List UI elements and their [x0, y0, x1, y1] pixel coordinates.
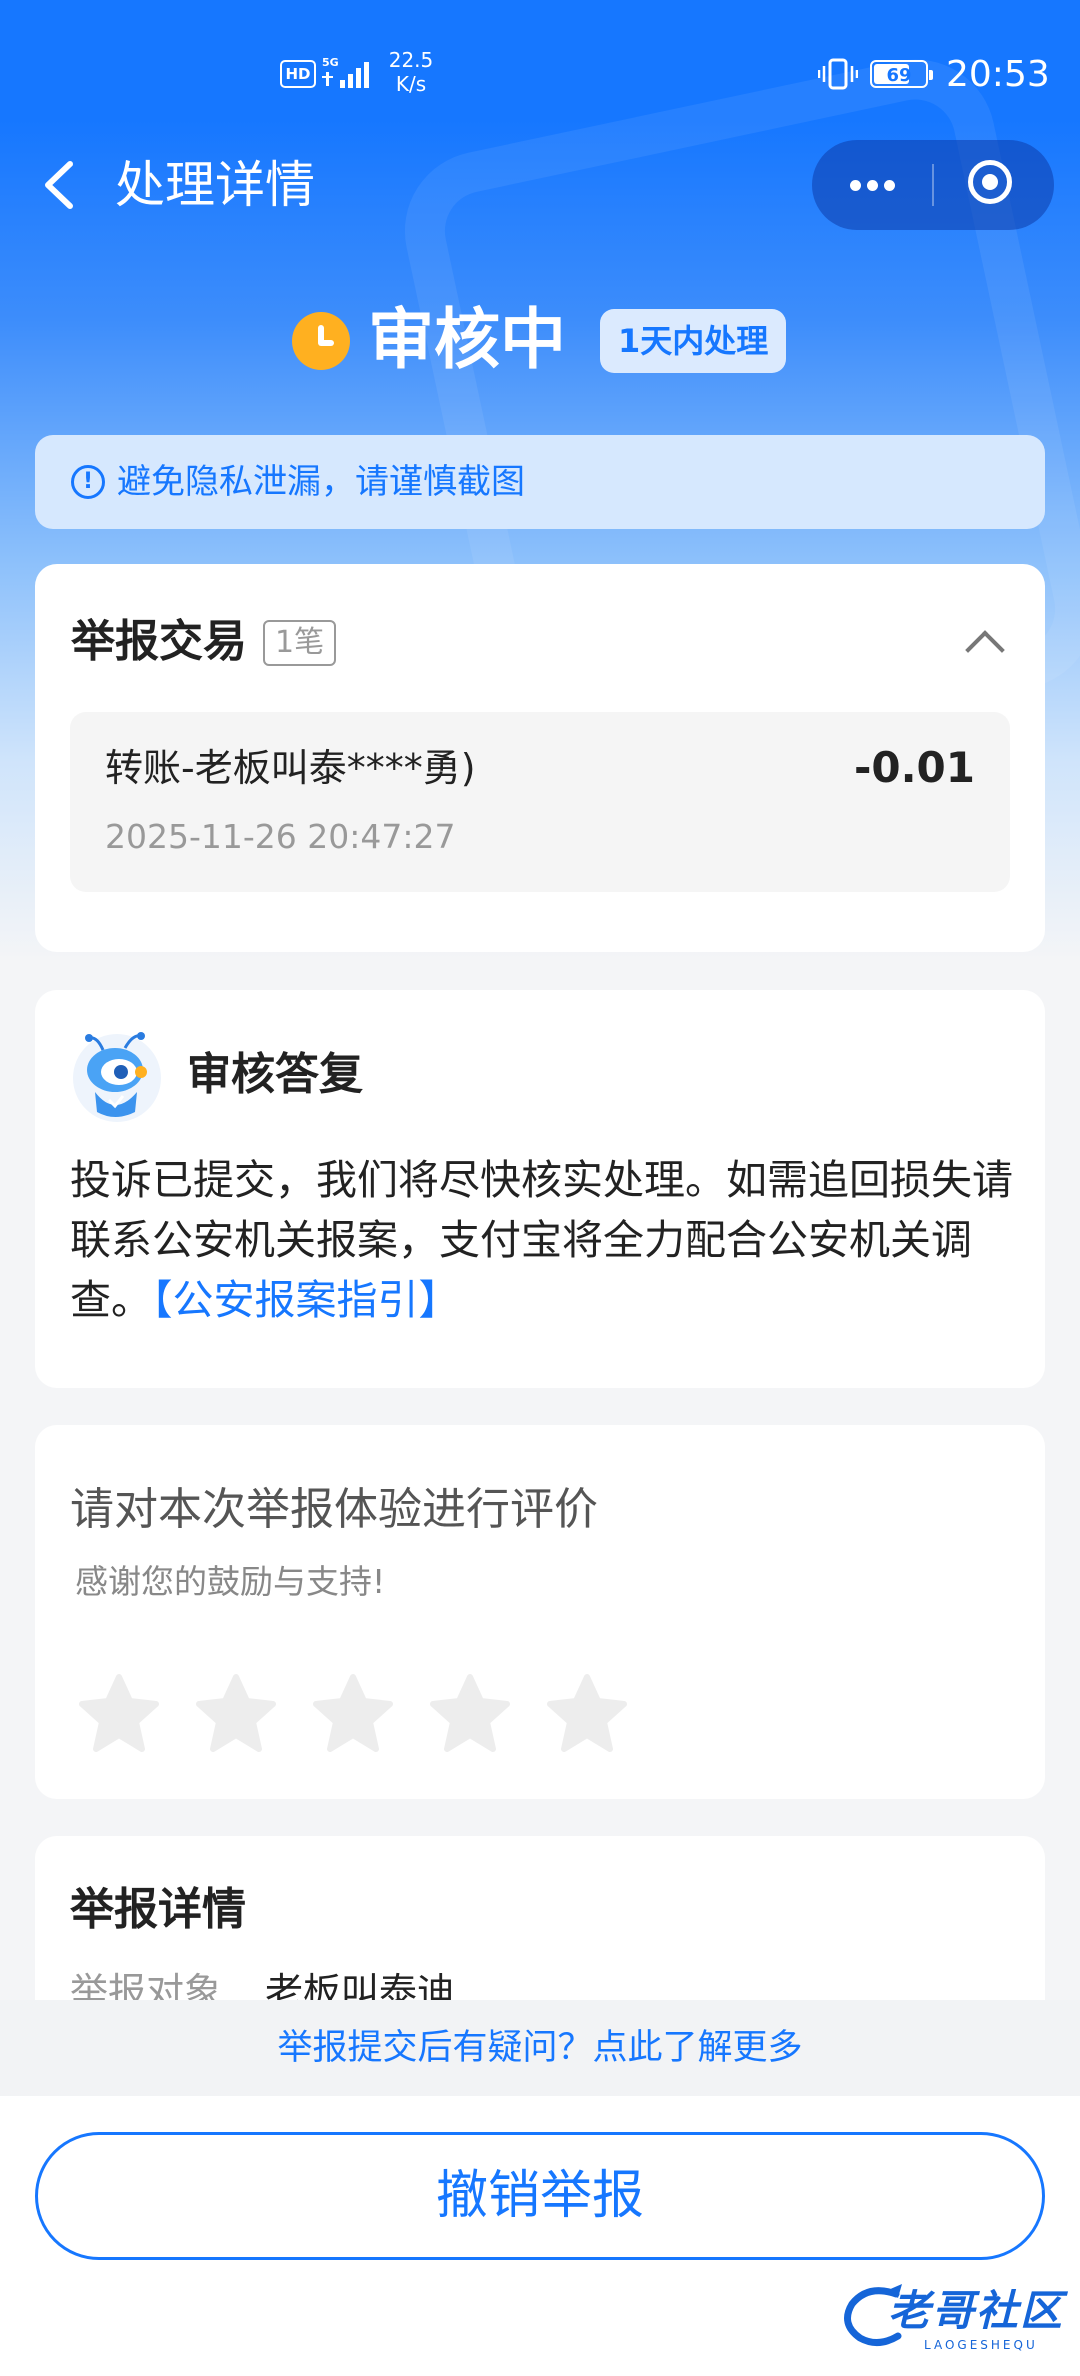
rating-card: 请对本次举报体验进行评价 感谢您的鼓励与支持!: [35, 1425, 1045, 1799]
network-type: 5G: [322, 56, 339, 69]
transaction-name: 转账-老板叫泰****勇): [105, 746, 476, 790]
info-icon: !: [71, 465, 105, 499]
back-arrow-icon[interactable]: [30, 150, 86, 220]
status-text: 审核中: [368, 301, 566, 378]
vibrate-icon: [818, 58, 858, 90]
watermark-text: 老哥社区: [888, 2286, 1065, 2335]
miniapp-capsule: [812, 140, 1054, 230]
rating-title: 请对本次举报体验进行评价: [70, 1484, 598, 1535]
bottom-action-bar: 撤销举报 老哥社区 LAOGESHEQU: [0, 2096, 1080, 2376]
signal-icon: 5G: [322, 56, 369, 88]
review-status: 审核中 1天内处理: [0, 295, 1080, 385]
star-icon[interactable]: [309, 1671, 397, 1759]
police-report-guide-link[interactable]: 【公安报案指引】: [152, 1276, 460, 1324]
reported-transaction-card: 举报交易 1笔 转账-老板叫泰****勇) -0.01 2025-11-26 2…: [35, 564, 1045, 952]
transaction-item[interactable]: 转账-老板叫泰****勇) -0.01 2025-11-26 20:47:27: [70, 712, 1010, 892]
battery-icon: 69: [870, 60, 933, 88]
assistant-avatar: [73, 1032, 161, 1122]
privacy-notice: ! 避免隐私泄漏，请谨慎截图: [35, 435, 1045, 529]
more-options-icon[interactable]: [812, 140, 932, 230]
page-title: 处理详情: [115, 156, 315, 214]
status-bar: HD 5G 22.5 K/s 69 20:53: [0, 40, 1080, 110]
reply-title: 审核答复: [187, 1049, 363, 1100]
chevron-up-icon[interactable]: [965, 630, 1005, 670]
network-speed-unit: K/s: [395, 72, 427, 96]
rating-subtitle: 感谢您的鼓励与支持!: [75, 1562, 386, 1601]
reply-body: 投诉已提交，我们将尽快核实处理。如需追回损失请联系公安机关报案，支付宝将全力配合…: [70, 1150, 1015, 1330]
network-speed-value: 22.5: [388, 48, 434, 72]
transaction-amount: -0.01: [853, 743, 975, 792]
report-details-title: 举报详情: [70, 1884, 246, 1935]
transaction-time: 2025-11-26 20:47:27: [105, 817, 456, 856]
cancel-report-button[interactable]: 撤销举报: [35, 2132, 1045, 2260]
processing-time-badge: 1天内处理: [600, 309, 787, 373]
clock-icon: [292, 312, 350, 370]
review-reply-card: 审核答复 投诉已提交，我们将尽快核实处理。如需追回损失请联系公安机关报案，支付宝…: [35, 990, 1045, 1388]
help-link[interactable]: 举报提交后有疑问？点此了解更多: [0, 2000, 1080, 2096]
star-icon[interactable]: [75, 1671, 163, 1759]
transaction-section-title: 举报交易: [71, 616, 247, 667]
privacy-notice-text: 避免隐私泄漏，请谨慎截图: [117, 462, 525, 502]
network-speed: 22.5 K/s: [386, 48, 436, 96]
transaction-count-badge: 1笔: [263, 620, 337, 666]
star-icon[interactable]: [192, 1671, 280, 1759]
star-icon[interactable]: [426, 1671, 514, 1759]
clock-time: 20:53: [946, 54, 1050, 95]
hd-indicator: HD: [280, 60, 316, 88]
battery-level: 69: [886, 65, 912, 86]
close-miniapp-icon[interactable]: [934, 140, 1054, 230]
site-watermark: 老哥社区 LAOGESHEQU: [838, 2272, 1068, 2362]
star-icon[interactable]: [543, 1671, 631, 1759]
watermark-subtext: LAOGESHEQU: [924, 2338, 1038, 2352]
